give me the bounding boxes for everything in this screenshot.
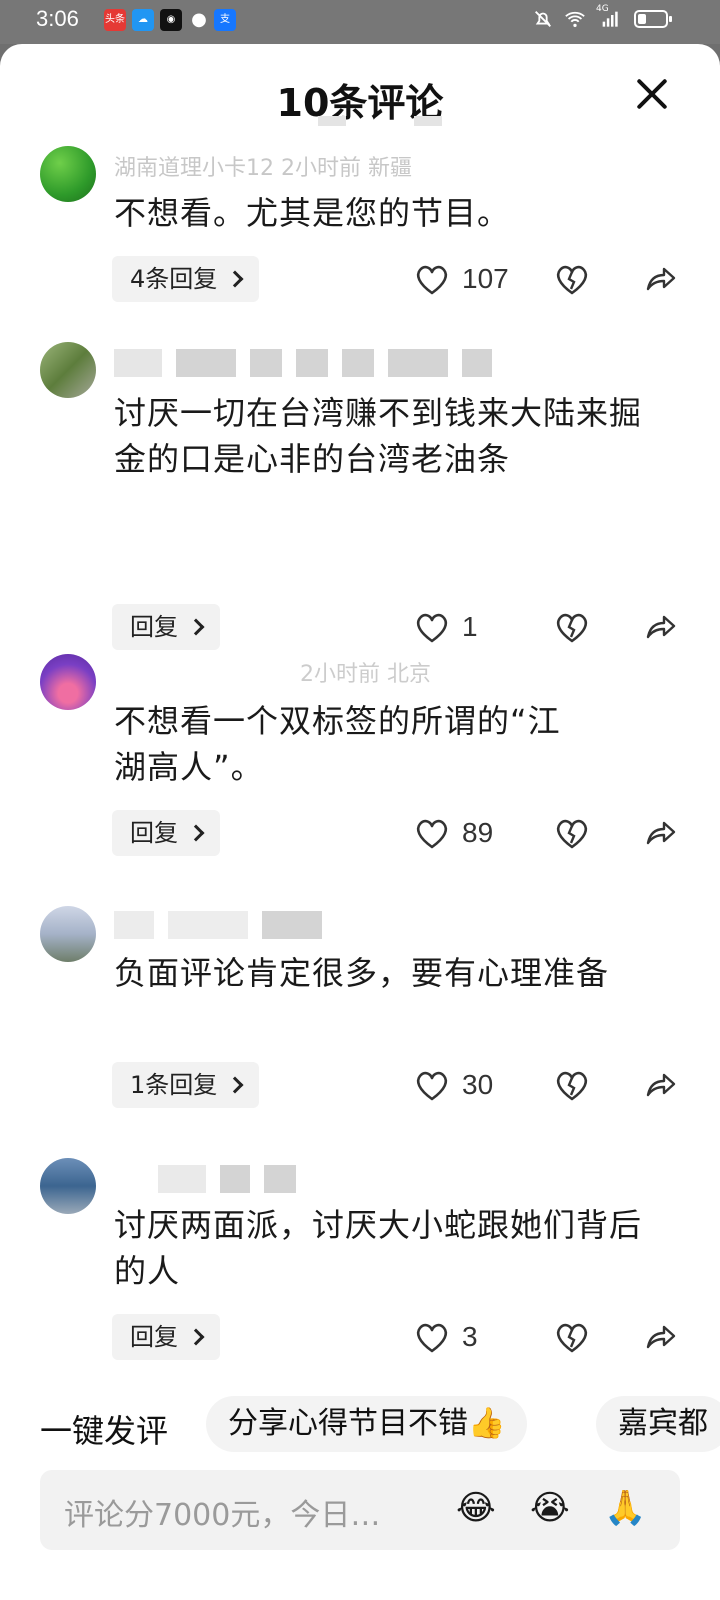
reply-label: 1条回复: [130, 1071, 218, 1099]
broken-heart-icon[interactable]: [552, 1317, 592, 1357]
heart-icon: [416, 613, 448, 643]
close-icon[interactable]: [632, 74, 672, 114]
share-icon[interactable]: [640, 813, 680, 853]
reply-label: 回复: [130, 1323, 178, 1351]
comment-meta: 湖南道理小卡12 2小时前 新疆: [114, 156, 412, 181]
like-count: 107: [462, 263, 509, 294]
redacted-username: [114, 348, 492, 378]
like-button[interactable]: 1: [412, 607, 510, 647]
comment-text: 不想看。尤其是您的节目。: [114, 194, 511, 232]
heart-icon: [416, 265, 448, 295]
redaction-block: [318, 116, 346, 126]
battery-icon: [634, 10, 672, 28]
reply-button[interactable]: 回复: [112, 1314, 220, 1360]
comment-actions: 107: [412, 256, 680, 302]
status-bar: 3:06 头条 ☁ ◉ ● 支 4G: [0, 0, 720, 44]
reply-label: 回复: [130, 819, 178, 847]
sheet-title: 10条评论: [276, 81, 444, 125]
comment-actions: 89: [412, 810, 680, 856]
like-button[interactable]: 30: [412, 1065, 510, 1105]
share-icon[interactable]: [640, 1317, 680, 1357]
redaction-block: [414, 116, 442, 126]
chevron-right-icon: [187, 618, 205, 636]
quick-reply-row: 一键发评 分享心得节目不错👍 嘉宾都: [0, 1394, 720, 1458]
view-replies-button[interactable]: 1条回复: [112, 1062, 260, 1108]
comment-text: 讨厌两面派，讨厌大小蛇跟她们背后的人: [114, 1206, 643, 1290]
share-icon[interactable]: [640, 607, 680, 647]
comment-text: 不想看一个双标签的所谓的“江湖高人”。: [114, 702, 561, 786]
heart-icon: [416, 1071, 448, 1101]
share-icon[interactable]: [640, 259, 680, 299]
redacted-username: [114, 910, 322, 940]
like-button[interactable]: 89: [412, 813, 510, 853]
reply-label: 4条回复: [130, 265, 218, 293]
crying-emoji-icon[interactable]: 😭: [530, 1488, 570, 1528]
like-count: 89: [462, 817, 494, 848]
comment-input-placeholder: 评论分7000元，今日…: [64, 1498, 381, 1533]
redacted-username: [114, 1164, 296, 1194]
chevron-right-icon: [226, 270, 244, 288]
comment-actions: 3: [412, 1314, 680, 1360]
weibo-notification-icon: ☁: [132, 9, 154, 31]
toutiao-notification-icon: 头条: [104, 9, 126, 31]
heart-icon: [416, 1323, 448, 1353]
broken-heart-icon[interactable]: [552, 1065, 592, 1105]
like-count: 3: [462, 1321, 478, 1352]
signal-icon: 4G: [596, 4, 624, 30]
avatar[interactable]: [40, 342, 96, 398]
avatar[interactable]: [40, 146, 96, 202]
like-button[interactable]: 107: [412, 259, 510, 299]
comments-sheet: 10条评论 湖南道理小卡12 2小时前 新疆 不想看。尤其是您的节目。 4条回复…: [0, 44, 720, 1600]
chevron-right-icon: [187, 824, 205, 842]
view-replies-button[interactable]: 4条回复: [112, 256, 260, 302]
reply-label: 回复: [130, 613, 178, 641]
camera-notification-icon: ◉: [160, 9, 182, 31]
quick-reply-chip[interactable]: 嘉宾都: [596, 1396, 720, 1452]
comment-text: 负面评论肯定很多，要有心理准备: [114, 954, 610, 992]
status-right-icons: 4G: [532, 4, 672, 30]
comment-text: 讨厌一切在台湾赚不到钱来大陆来掘金的口是心非的台湾老油条: [114, 394, 643, 478]
comment-actions: 1: [412, 604, 680, 650]
alipay-notification-icon: 支: [214, 9, 236, 31]
comment-input[interactable]: 评论分7000元，今日… 😂 😭 🙏: [40, 1470, 680, 1550]
laughing-emoji-icon[interactable]: 😂: [456, 1488, 496, 1528]
reply-button[interactable]: 回复: [112, 810, 220, 856]
message-notification-icon: ●: [191, 9, 207, 30]
reply-button[interactable]: 回复: [112, 604, 220, 650]
like-button[interactable]: 3: [412, 1317, 510, 1357]
wifi-icon: [565, 11, 585, 28]
praying-hands-emoji-icon[interactable]: 🙏: [604, 1488, 646, 1528]
chevron-right-icon: [187, 1328, 205, 1346]
quick-reply-label: 一键发评: [40, 1412, 169, 1450]
like-count: 30: [462, 1069, 494, 1100]
chevron-right-icon: [226, 1076, 244, 1094]
avatar[interactable]: [40, 906, 96, 962]
broken-heart-icon[interactable]: [552, 259, 592, 299]
status-time: 3:06: [36, 6, 79, 31]
avatar[interactable]: [40, 654, 96, 710]
quick-reply-chip[interactable]: 分享心得节目不错👍: [206, 1396, 528, 1452]
comment-meta: 2小时前 北京: [300, 662, 431, 687]
bell-mute-icon: [535, 11, 551, 27]
broken-heart-icon[interactable]: [552, 813, 592, 853]
heart-icon: [416, 819, 448, 849]
share-icon[interactable]: [640, 1065, 680, 1105]
like-count: 1: [462, 611, 478, 642]
broken-heart-icon[interactable]: [552, 607, 592, 647]
comment-actions: 30: [412, 1062, 680, 1108]
avatar[interactable]: [40, 1158, 96, 1214]
